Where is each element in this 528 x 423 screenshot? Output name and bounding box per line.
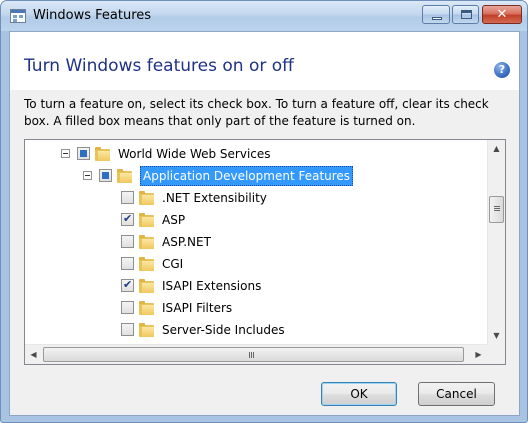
close-icon: ✕ xyxy=(496,7,508,22)
tree-item-cgi[interactable]: CGI xyxy=(25,253,487,275)
collapse-icon[interactable] xyxy=(83,171,92,180)
title-bar[interactable]: Windows Features ✕ xyxy=(1,1,527,31)
feature-checkbox[interactable] xyxy=(99,169,112,182)
folder-icon xyxy=(139,213,154,227)
minimize-icon xyxy=(432,17,442,20)
tree-item-server-side-includes[interactable]: Server-Side Includes xyxy=(25,319,487,341)
folder-icon xyxy=(139,191,154,205)
instructions-text: To turn a feature on, select its check b… xyxy=(24,97,489,128)
windows-features-icon xyxy=(10,9,26,23)
scroll-down-icon[interactable]: ▼ xyxy=(488,327,505,344)
features-tree[interactable]: World Wide Web Services Application Deve… xyxy=(24,139,506,365)
cancel-button[interactable]: Cancel xyxy=(418,382,495,406)
folder-icon xyxy=(139,279,154,293)
feature-checkbox[interactable] xyxy=(121,301,134,314)
maximize-icon xyxy=(461,10,472,19)
scrollbar-corner xyxy=(487,344,505,364)
folder-icon xyxy=(95,147,110,161)
tree-item-isapi-filters[interactable]: ISAPI Filters xyxy=(25,297,487,319)
tree-item-world-wide-web-services[interactable]: World Wide Web Services xyxy=(25,143,487,165)
tree-item-label: ISAPI Filters xyxy=(162,301,233,315)
tree-item-label: CGI xyxy=(162,257,184,271)
feature-checkbox[interactable] xyxy=(121,191,134,204)
tree-item-application-development-features[interactable]: Application Development Features xyxy=(25,165,487,187)
scroll-up-icon[interactable]: ▲ xyxy=(488,140,505,157)
features-tree-body: World Wide Web Services Application Deve… xyxy=(25,140,487,344)
feature-checkbox[interactable] xyxy=(121,278,134,292)
folder-icon xyxy=(139,323,154,337)
grip-icon xyxy=(494,206,500,207)
tree-item-asp-net[interactable]: ASP.NET xyxy=(25,231,487,253)
tree-item-label: World Wide Web Services xyxy=(118,147,271,161)
windows-features-dialog: Windows Features ✕ Turn Windows features… xyxy=(0,0,528,423)
close-button[interactable]: ✕ xyxy=(482,5,522,24)
minimize-button[interactable] xyxy=(422,5,450,24)
folder-icon xyxy=(139,235,154,249)
tree-item-asp[interactable]: ASP xyxy=(25,209,487,231)
grip-icon xyxy=(249,352,250,358)
vertical-scroll-thumb[interactable] xyxy=(489,196,504,223)
ok-button[interactable]: OK xyxy=(321,382,397,406)
tree-item-label: ASP xyxy=(162,213,186,227)
horizontal-scroll-thumb[interactable] xyxy=(43,347,464,362)
dialog-content: Turn Windows features on or off ? To tur… xyxy=(9,31,520,416)
feature-checkbox[interactable] xyxy=(121,235,134,248)
tree-item-label: Server-Side Includes xyxy=(162,323,285,337)
folder-icon xyxy=(139,301,154,315)
feature-checkbox[interactable] xyxy=(121,212,134,226)
help-icon[interactable]: ? xyxy=(494,62,510,78)
window-title: Windows Features xyxy=(33,8,152,23)
maximize-button[interactable] xyxy=(452,5,479,24)
scroll-right-icon[interactable]: ▶ xyxy=(470,345,487,364)
folder-icon xyxy=(117,169,132,183)
tree-item-label: ASP.NET xyxy=(162,235,211,249)
folder-icon xyxy=(139,257,154,271)
vertical-scrollbar[interactable]: ▲ ▼ xyxy=(487,140,505,344)
feature-checkbox[interactable] xyxy=(121,257,134,270)
collapse-icon[interactable] xyxy=(61,149,70,158)
feature-checkbox[interactable] xyxy=(77,147,90,160)
page-title: Turn Windows features on or off xyxy=(24,56,294,76)
tree-item-label: ISAPI Extensions xyxy=(162,279,262,293)
tree-item-label: .NET Extensibility xyxy=(162,191,267,205)
tree-item-net-extensibility[interactable]: .NET Extensibility xyxy=(25,187,487,209)
scroll-left-icon[interactable]: ◀ xyxy=(25,345,42,364)
tree-item-label: Application Development Features xyxy=(140,166,354,186)
header-panel: Turn Windows features on or off ? xyxy=(10,32,519,90)
tree-item-isapi-extensions[interactable]: ISAPI Extensions xyxy=(25,275,487,297)
horizontal-scrollbar[interactable]: ◀ ▶ xyxy=(25,344,487,364)
feature-checkbox[interactable] xyxy=(121,323,134,336)
